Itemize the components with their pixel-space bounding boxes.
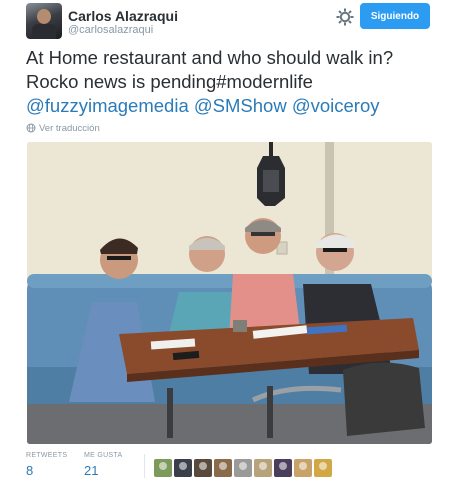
- avatar-body-shape: [32, 24, 56, 39]
- tweet-header: Carlos Alazraqui @carlosalazraqui Siguie…: [26, 3, 436, 43]
- stats-divider: [144, 454, 145, 478]
- tweet-text: At Home restaurant and who should walk i…: [26, 46, 446, 118]
- translate-link[interactable]: Ver traducción: [26, 123, 100, 134]
- tweet-text-line-2: Rocko news is pending#modernlife: [26, 71, 313, 92]
- liker-avatar[interactable]: [274, 459, 292, 477]
- liker-avatar[interactable]: [214, 459, 232, 477]
- retweets-count: 8: [26, 463, 34, 478]
- mention-smshow[interactable]: @SMShow: [194, 95, 287, 116]
- liker-avatar[interactable]: [194, 459, 212, 477]
- avatar-head-shape: [37, 9, 51, 24]
- liker-avatar[interactable]: [294, 459, 312, 477]
- tweet-photo[interactable]: [27, 142, 432, 444]
- user-handle[interactable]: @carlosalazraqui: [68, 24, 153, 36]
- gear-icon[interactable]: [335, 7, 355, 27]
- tweet-mentions: @fuzzyimagemedia @SMShow @voiceroy: [26, 94, 446, 118]
- display-name[interactable]: Carlos Alazraqui: [68, 8, 178, 24]
- mention-voiceroy[interactable]: @voiceroy: [292, 95, 380, 116]
- likes-label: ME GUSTA: [84, 452, 123, 459]
- liker-avatar[interactable]: [174, 459, 192, 477]
- liker-avatar[interactable]: [154, 459, 172, 477]
- retweets-stat[interactable]: RETWEETS 8: [26, 452, 67, 478]
- globe-icon: [26, 123, 36, 133]
- tweet-stats: RETWEETS 8 ME GUSTA 21: [26, 452, 436, 479]
- mention-fuzzyimagemedia[interactable]: @fuzzyimagemedia: [26, 95, 189, 116]
- liker-avatars: [154, 459, 332, 477]
- translate-label: Ver traducción: [39, 123, 100, 134]
- liker-avatar[interactable]: [314, 459, 332, 477]
- following-button[interactable]: Siguiendo: [360, 3, 430, 29]
- liker-avatar[interactable]: [234, 459, 252, 477]
- retweets-label: RETWEETS: [26, 452, 68, 459]
- avatar[interactable]: [26, 3, 62, 39]
- liker-avatar[interactable]: [254, 459, 272, 477]
- tweet-text-line-1: At Home restaurant and who should walk i…: [26, 47, 394, 68]
- likes-stat[interactable]: ME GUSTA 21: [84, 452, 122, 478]
- likes-count: 21: [84, 463, 99, 478]
